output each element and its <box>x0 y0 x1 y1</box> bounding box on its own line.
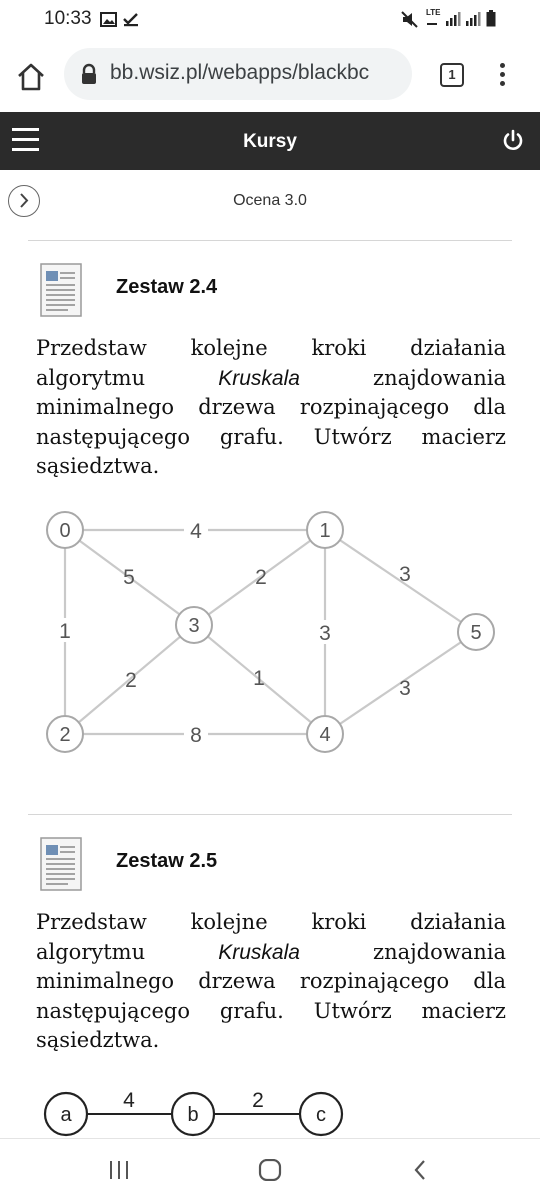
status-bar: 10:33 LTE <box>0 0 540 38</box>
edge-weight-label: 5 <box>123 566 135 589</box>
graph-node-label: a <box>60 1104 72 1126</box>
document-icon <box>40 837 82 891</box>
description-italic: Kruskala <box>218 366 300 390</box>
logout-icon[interactable] <box>501 129 525 153</box>
lock-icon <box>82 63 96 84</box>
document-icon <box>40 263 82 317</box>
app-header: Kursy <box>0 112 540 170</box>
signal-icon <box>427 12 461 26</box>
app-title: Kursy <box>243 131 297 152</box>
check-icon <box>123 13 138 27</box>
divider <box>28 814 512 815</box>
item-description: Przedstaw kolejne kroki działania algory… <box>36 334 506 482</box>
edge-weight-label: 2 <box>255 566 267 589</box>
divider <box>28 240 512 241</box>
graph-figure: 4 2 a b c <box>43 1089 344 1137</box>
signal-icon <box>466 12 481 26</box>
home-icon[interactable] <box>14 60 48 94</box>
browser-toolbar: bb.wsiz.pl/webapps/blackbc 1 <box>0 38 540 112</box>
image-icon <box>100 12 117 27</box>
mute-icon <box>401 11 418 28</box>
page-subtitle: Ocena 3.0 <box>233 192 307 209</box>
graph-node-label: 1 <box>319 520 330 542</box>
url-bar[interactable]: bb.wsiz.pl/webapps/blackbc <box>64 48 412 100</box>
edge-weight-label: 1 <box>253 667 265 690</box>
graph-node-label: 5 <box>470 622 481 644</box>
graph-node-label: 2 <box>59 724 70 746</box>
sub-header: Ocena 3.0 <box>0 170 540 232</box>
more-options-icon[interactable] <box>496 63 508 89</box>
battery-icon <box>486 10 496 27</box>
edge-weight-label: 3 <box>399 563 411 586</box>
system-navigation-bar <box>0 1138 540 1201</box>
edge-weight-label: 3 <box>399 677 411 700</box>
recent-apps-icon[interactable] <box>108 1159 130 1181</box>
tab-switcher-button[interactable]: 1 <box>440 63 464 87</box>
edge-weight-label: 1 <box>59 620 71 643</box>
graph-figure: 4 5 1 2 3 3 2 1 8 3 0 1 2 3 4 5 <box>46 511 495 753</box>
graph-node-label: 4 <box>319 724 330 746</box>
item-description: Przedstaw kolejne kroki działania algory… <box>36 908 506 1056</box>
edge-weight-label: 3 <box>319 622 331 645</box>
edge-weight-label: 4 <box>123 1089 135 1112</box>
graph-node-label: b <box>187 1104 198 1126</box>
back-icon[interactable] <box>412 1159 428 1181</box>
item-title[interactable]: Zestaw 2.4 <box>116 276 217 299</box>
status-time: 10:33 <box>44 8 92 29</box>
home-nav-icon[interactable] <box>258 1159 282 1181</box>
url-text: bb.wsiz.pl/webapps/blackbc <box>110 61 370 84</box>
edge-weight-label: 2 <box>252 1089 264 1112</box>
edge-weight-label: 2 <box>125 669 137 692</box>
edge-weight-label: 4 <box>190 520 202 543</box>
graph-node-label: 0 <box>59 520 70 542</box>
item-title[interactable]: Zestaw 2.5 <box>116 850 217 873</box>
graph-node-label: 3 <box>188 615 199 637</box>
description-italic: Kruskala <box>218 940 300 964</box>
graph-node-label: c <box>316 1104 326 1126</box>
edge-weight-label: 8 <box>190 724 202 747</box>
